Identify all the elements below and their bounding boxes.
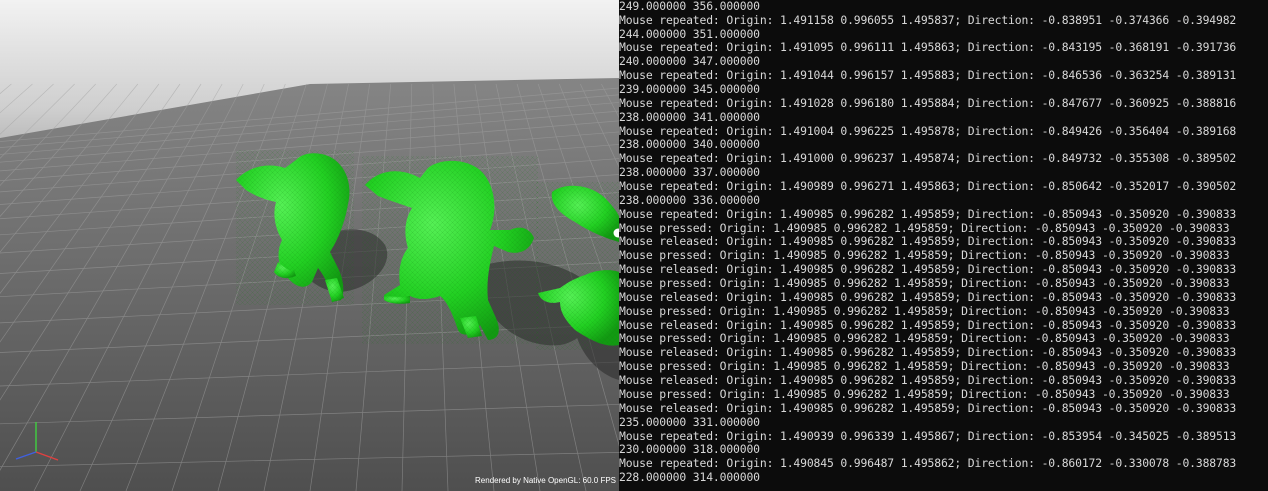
console-line: Mouse released: Origin: 1.490985 0.99628… (619, 345, 1237, 360)
console-line: Mouse repeated: Origin: 1.491044 0.99615… (619, 68, 1237, 83)
3d-viewport[interactable]: Rendered by Native OpenGL: 60.0 FPS (0, 0, 619, 491)
viewport-scene[interactable] (0, 0, 619, 491)
console-line: 238.000000 337.000000 (619, 165, 760, 180)
console-line: 239.000000 345.000000 (619, 82, 760, 97)
console-line: Mouse pressed: Origin: 1.490985 0.996282… (619, 276, 1230, 291)
console-line: Mouse repeated: Origin: 1.490985 0.99628… (619, 206, 1237, 221)
console-line: Mouse released: Origin: 1.490985 0.99628… (619, 317, 1237, 332)
console-output[interactable]: Mouse repeated: Origin: 1.491202 0.99598… (619, 0, 1268, 491)
console-line: Mouse released: Origin: 1.490985 0.99628… (619, 234, 1237, 249)
console-line: Mouse released: Origin: 1.490985 0.99628… (619, 262, 1237, 277)
console-line: 228.000000 314.000000 (619, 470, 760, 485)
console-line: 238.000000 336.000000 (619, 192, 760, 207)
console-line: Mouse repeated: Origin: 1.491004 0.99622… (619, 123, 1237, 138)
console-line: Mouse repeated: Origin: 1.490939 0.99633… (619, 428, 1237, 443)
console-line: 240.000000 347.000000 (619, 54, 760, 69)
console-line: Mouse repeated: Origin: 1.491095 0.99611… (619, 40, 1237, 55)
monster-model-right[interactable] (536, 182, 619, 350)
console-line: Mouse pressed: Origin: 1.490985 0.996282… (619, 331, 1230, 346)
console-line: Mouse pressed: Origin: 1.490985 0.996282… (619, 386, 1230, 401)
console-line: Mouse released: Origin: 1.490985 0.99628… (619, 373, 1237, 388)
console-line: Mouse repeated: Origin: 1.490989 0.99627… (619, 179, 1237, 194)
console-line: Mouse released: Origin: 1.490985 0.99628… (619, 289, 1237, 304)
console-line: 244.000000 351.000000 (619, 26, 760, 41)
console-line: 230.000000 318.000000 (619, 442, 760, 457)
console-line: Mouse released: Origin: 1.490985 0.99628… (619, 400, 1237, 415)
render-status-label: Rendered by Native OpenGL: 60.0 FPS (475, 476, 616, 485)
console-line: Mouse repeated: Origin: 1.491028 0.99618… (619, 95, 1237, 110)
console-line: Mouse pressed: Origin: 1.490985 0.996282… (619, 303, 1230, 318)
console-line: 238.000000 341.000000 (619, 109, 760, 124)
console-line: 235.000000 331.000000 (619, 414, 760, 429)
console-line: Mouse pressed: Origin: 1.490985 0.996282… (619, 248, 1230, 263)
console-line: Mouse repeated: Origin: 1.491158 0.99605… (619, 12, 1237, 27)
monster-model-center[interactable] (362, 156, 538, 344)
console-line: Mouse repeated: Origin: 1.491000 0.99623… (619, 151, 1237, 166)
console-line: Mouse repeated: Origin: 1.490845 0.99648… (619, 456, 1237, 471)
console-line: Mouse pressed: Origin: 1.490985 0.996282… (619, 220, 1230, 235)
console-line: 238.000000 340.000000 (619, 137, 760, 152)
console-line: 249.000000 356.000000 (619, 0, 760, 13)
monster-model-left[interactable] (236, 150, 354, 305)
console-line: Mouse pressed: Origin: 1.490985 0.996282… (619, 359, 1230, 374)
console-log: Mouse repeated: Origin: 1.491202 0.99598… (619, 0, 1236, 485)
